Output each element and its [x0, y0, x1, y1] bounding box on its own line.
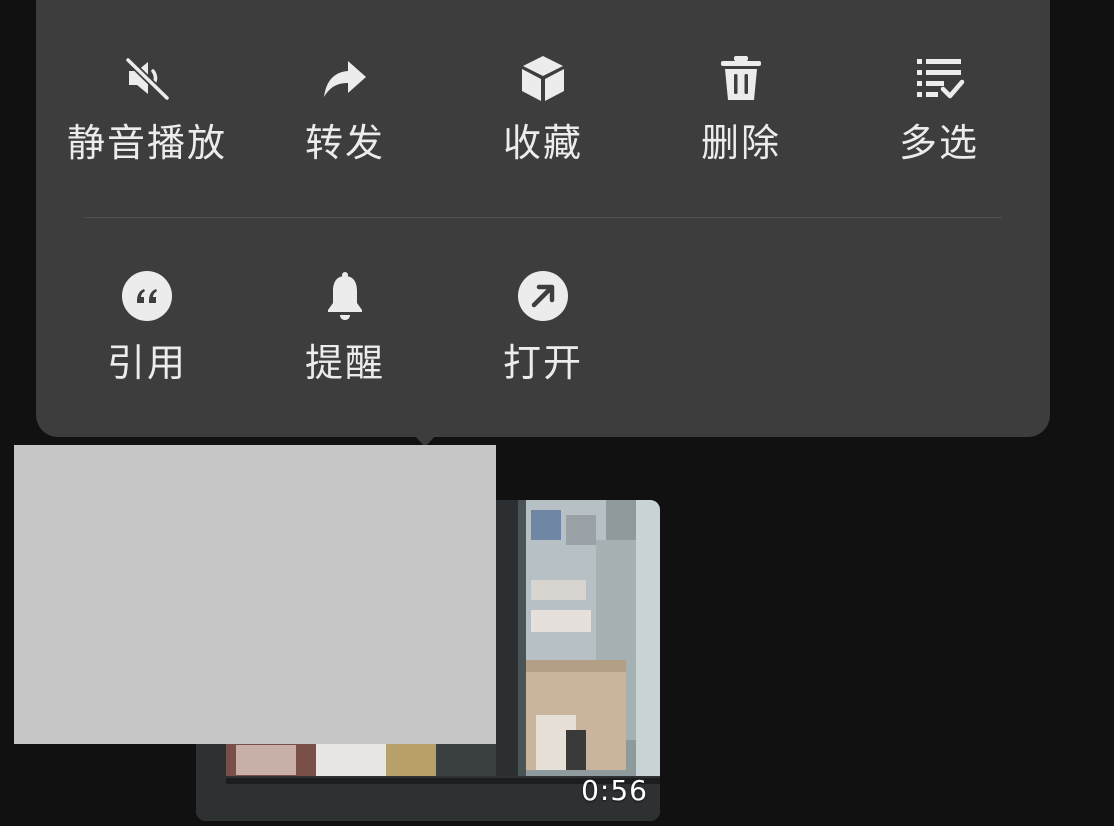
forward-arrow-icon — [319, 52, 371, 104]
menu-item-label: 静音播放 — [66, 121, 227, 165]
trash-can-icon — [715, 52, 767, 104]
menu-item-label: 收藏 — [502, 121, 583, 165]
menu-item-open[interactable]: 打开 — [444, 220, 642, 420]
menu-item-remind[interactable]: 提醒 — [246, 220, 444, 420]
menu-item-label: 转发 — [304, 121, 385, 165]
menu-item-label: 删除 — [700, 121, 781, 165]
mute-speaker-icon — [121, 52, 173, 104]
menu-item-label: 提醒 — [304, 341, 385, 385]
message-context-menu: 静音播放 转发 收藏 删除 多选 引用 提醒 打开 — [36, 0, 1050, 437]
video-duration: 0:56 — [581, 774, 648, 807]
menu-item-forward[interactable]: 转发 — [246, 0, 444, 200]
chat-screen: 静音播放 转发 收藏 删除 多选 引用 提醒 打开 0:56 — [0, 0, 1114, 826]
quote-icon — [121, 270, 173, 322]
redacted-region — [14, 445, 496, 744]
menu-row-primary: 静音播放 转发 收藏 删除 多选 — [36, 0, 1050, 200]
menu-row-secondary: 引用 提醒 打开 — [36, 220, 1050, 420]
bell-icon — [319, 270, 371, 322]
menu-item-quote[interactable]: 引用 — [48, 220, 246, 420]
list-check-icon — [913, 52, 965, 104]
cube-box-icon — [517, 52, 569, 104]
menu-item-label: 多选 — [898, 121, 979, 165]
menu-item-label: 引用 — [106, 341, 187, 385]
menu-item-mute-play[interactable]: 静音播放 — [48, 0, 246, 200]
menu-item-label: 打开 — [502, 341, 583, 385]
menu-item-multi-select[interactable]: 多选 — [840, 0, 1038, 200]
open-arrow-icon — [517, 270, 569, 322]
menu-item-delete[interactable]: 删除 — [642, 0, 840, 200]
menu-item-favorite[interactable]: 收藏 — [444, 0, 642, 200]
menu-divider — [84, 217, 1002, 218]
